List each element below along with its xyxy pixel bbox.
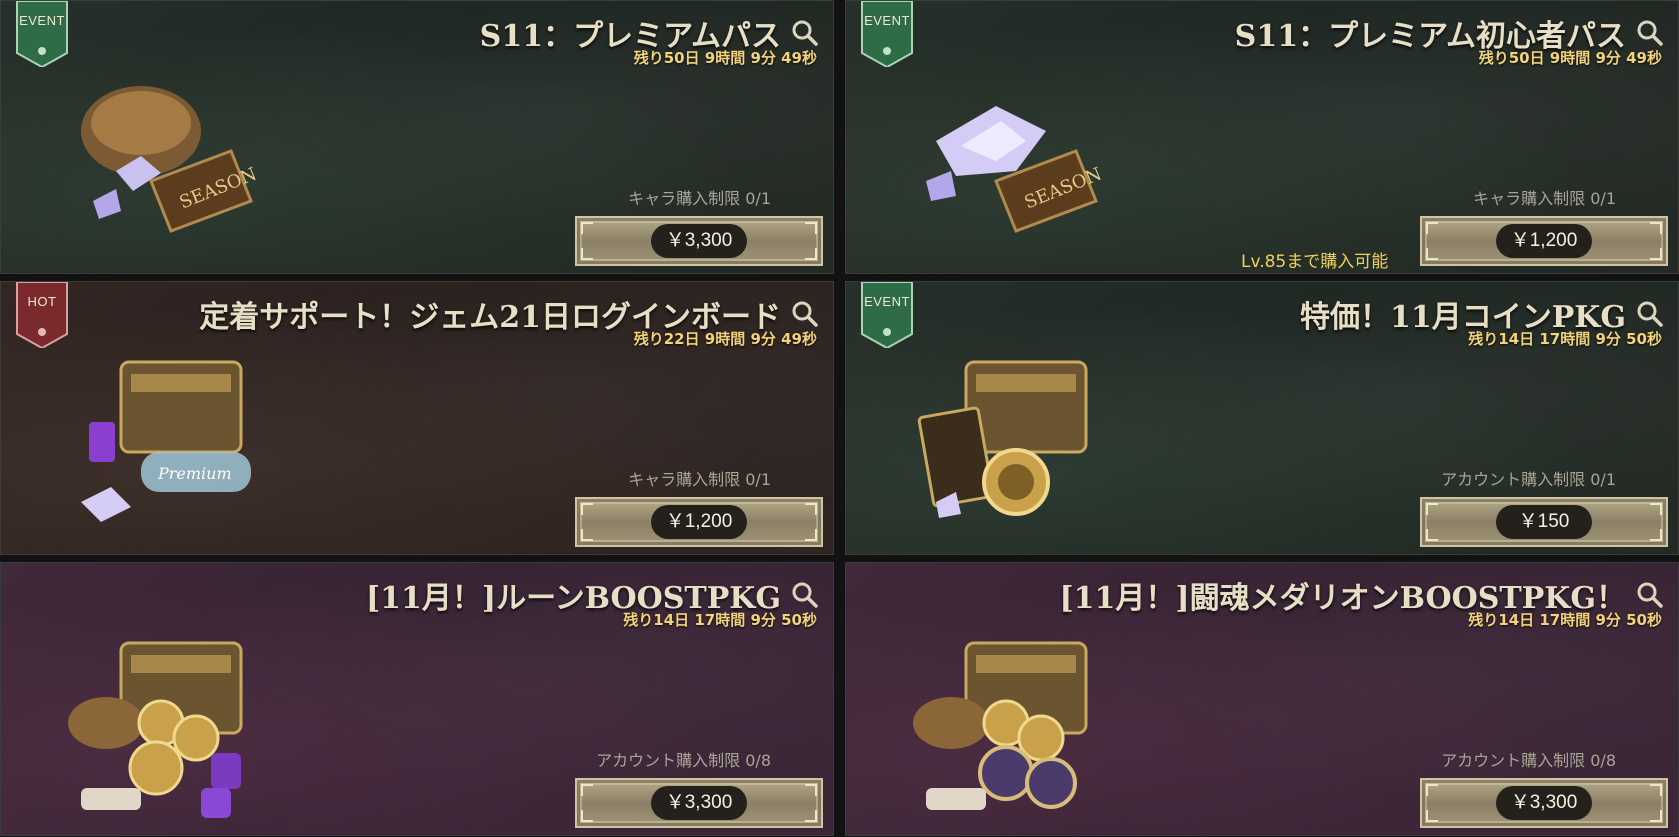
price-label: ￥3,300 [651,786,747,820]
product-card[interactable]: EVENT SEASON S11：プレミアム初心者パス 残り50日 9時間 9分… [845,0,1679,274]
remaining-time: 残り22日 9時間 9分 49秒 [633,330,817,348]
search-icon[interactable] [1636,300,1664,328]
product-grid: EVENT SEASON S11：プレミアムパス 残り50日 9時間 9分 49… [0,0,1679,837]
search-icon[interactable] [791,581,819,609]
remaining-time: 残り14日 17時間 9分 50秒 [1468,611,1662,629]
buy-button[interactable]: ￥1,200 [575,497,823,547]
purchase-limit: キャラ購入制限 0/1 [1473,189,1616,208]
hot-badge: HOT [15,282,69,348]
buy-button[interactable]: ￥150 [1420,497,1668,547]
premium-ticket-label: Premium [157,464,232,483]
product-card[interactable]: HOT Premium 定着サポート！ジェム21日ログインボード 残り22日 9… [0,281,834,555]
remaining-time: 残り14日 17時間 9分 50秒 [1468,330,1662,348]
remaining-time: 残り50日 9時間 9分 49秒 [633,49,817,67]
purchase-limit: キャラ購入制限 0/1 [628,470,771,489]
medallion-package-image [906,623,1106,823]
event-badge: EVENT [860,1,914,67]
remaining-time: 残り50日 9時間 9分 49秒 [1478,49,1662,67]
product-card[interactable]: [11月！]ルーンBOOSTPKG 残り14日 17時間 9分 50秒 アカウン… [0,562,834,836]
remaining-time: 残り14日 17時間 9分 50秒 [623,611,817,629]
product-card[interactable]: EVENT SEASON S11：プレミアムパス 残り50日 9時間 9分 49… [0,0,834,274]
badge-label: EVENT [864,294,910,309]
purchase-limit: キャラ購入制限 0/1 [628,189,771,208]
purchase-limit: アカウント購入制限 0/8 [596,751,771,770]
treasure-chest-image: Premium [61,342,261,542]
product-card[interactable]: EVENT 特価！11月コインPKG 残り14日 17時間 9分 50秒 アカウ… [845,281,1679,555]
badge-label: HOT [27,294,57,309]
purchase-limit: アカウント購入制限 0/1 [1441,470,1616,489]
season-pass-image: SEASON [61,61,261,261]
price-label: ￥3,300 [1496,786,1592,820]
buy-button[interactable]: ￥3,300 [1420,778,1668,828]
price-label: ￥1,200 [651,505,747,539]
search-icon[interactable] [1636,19,1664,47]
buy-button[interactable]: ￥1,200 [1420,216,1668,266]
price-label: ￥150 [1496,505,1592,539]
coin-package-image [906,342,1106,542]
search-icon[interactable] [1636,581,1664,609]
event-badge: EVENT [15,1,69,67]
buy-button[interactable]: ￥3,300 [575,778,823,828]
price-label: ￥3,300 [651,224,747,258]
product-card[interactable]: [11月！]闘魂メダリオンBOOSTPKG！ 残り14日 17時間 9分 50秒… [845,562,1679,836]
level-restriction-note: Lv.85まで購入可能 [1241,252,1389,272]
search-icon[interactable] [791,300,819,328]
price-label: ￥1,200 [1496,224,1592,258]
purchase-limit: アカウント購入制限 0/8 [1441,751,1616,770]
gem-pass-image: SEASON [906,61,1106,261]
buy-button[interactable]: ￥3,300 [575,216,823,266]
badge-label: EVENT [19,13,65,28]
rune-package-image [61,623,261,823]
badge-label: EVENT [864,13,910,28]
search-icon[interactable] [791,19,819,47]
event-badge: EVENT [860,282,914,348]
